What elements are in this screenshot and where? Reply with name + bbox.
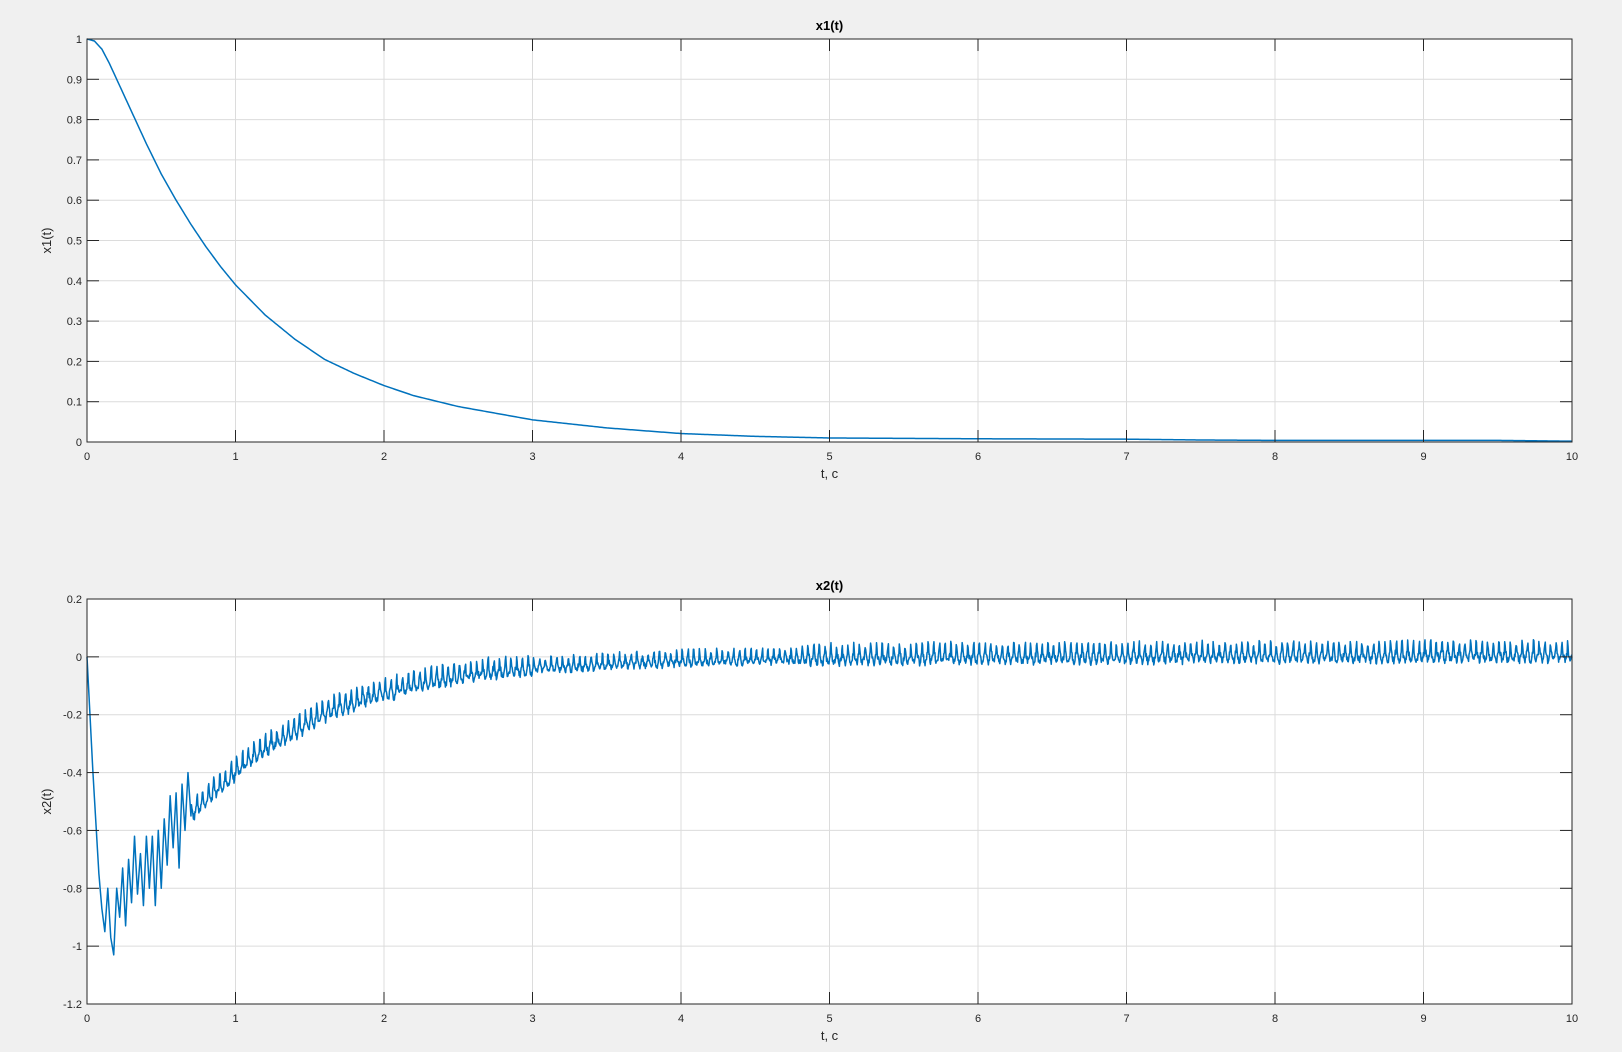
x-tick-label: 9 [1420,1013,1426,1025]
y-tick-label: 0.2 [67,356,82,368]
chart-title: x2(t) [816,578,843,593]
x-tick-label: 2 [381,451,387,463]
y-tick-label: -0.8 [63,883,82,895]
x-axis-label: t, c [821,1028,839,1043]
axes-x1: 0 1 2 3 4 5 6 7 8 9 10 0 0.1 0.2 0.3 0.4 0.5 0.6 0.7 0.8 0.9… [39,18,1578,481]
y-axis-label: x2(t) [39,789,54,815]
figure-window: 0 1 2 3 4 5 6 7 8 9 10 0 0.1 0.2 0.3 0.4 0.5 0.6 0.7 0.8 0.9… [0,0,1622,1047]
y-tick-label: -1.2 [63,999,82,1011]
x-tick-label: 1 [232,1013,238,1025]
y-axis-label: x1(t) [39,228,54,254]
x-tick-label: 2 [381,1013,387,1025]
figure-canvas: 0 1 2 3 4 5 6 7 8 9 1000.10.20.30.40.50.60.70.80.9… [39,18,1578,1043]
y-tick-label: 0.2 [67,594,82,606]
x-tick-label: 6 [975,451,981,463]
y-tick-label: -0.6 [63,825,82,837]
y-tick-label: 0.5 [67,236,82,248]
x-tick-label: 1 [232,451,238,463]
y-tick-label: -0.4 [63,768,82,780]
y-tick-label: 0.4 [67,276,82,288]
y-tick-label: -0.2 [63,710,82,722]
x-tick-label: 3 [529,1013,535,1025]
y-tick-label: 0.8 [67,115,82,127]
x-tick-label: 8 [1272,1013,1278,1025]
x-tick-label: 7 [1123,451,1129,463]
y-tick-label: 0 [76,652,82,664]
y-tick-label: 0.3 [67,316,82,328]
y-tick-label: 0.1 [67,397,82,409]
x-tick-label: 6 [975,1013,981,1025]
y-tick-label: 0.6 [67,195,82,207]
x-tick-label: 5 [826,1013,832,1025]
x-tick-label: 10 [1566,1013,1578,1025]
x-tick-label: 4 [678,1013,684,1025]
y-tick-label: 0 [76,437,82,449]
y-tick-label: 0.9 [67,74,82,86]
x-axis-label: t, c [821,466,839,481]
x-tick-label: 7 [1123,1013,1129,1025]
x-tick-label: 4 [678,451,684,463]
x-tick-label: 5 [826,451,832,463]
x-tick-label: 0 [84,1013,90,1025]
y-tick-label: 0.7 [67,155,82,167]
x-tick-label: 8 [1272,451,1278,463]
x-tick-label: 0 [84,451,90,463]
x-tick-label: 3 [529,451,535,463]
chart-title: x1(t) [816,18,843,33]
x-tick-label: 9 [1420,451,1426,463]
y-tick-label: -1 [72,941,82,953]
x-tick-label: 10 [1566,451,1578,463]
y-tick-label: 1 [76,34,82,46]
axes-x2: 0 1 2 3 4 5 6 7 8 9 10 -1.2 -1 -0.8 -0.6 -0.4 -0.2 0 0.2 x2… [39,578,1578,1043]
